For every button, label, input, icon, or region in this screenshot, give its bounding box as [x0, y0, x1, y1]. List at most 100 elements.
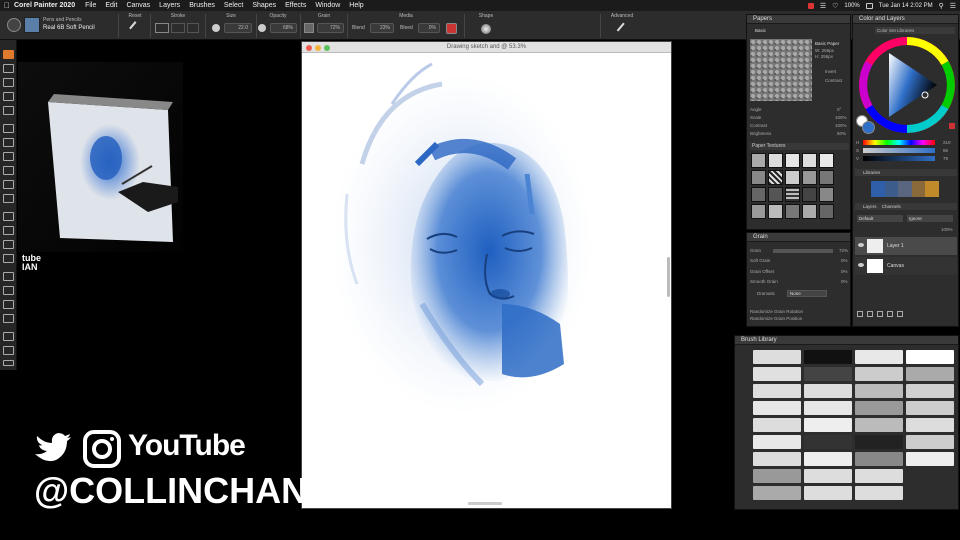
stroke-pointer-icon[interactable] [187, 23, 199, 33]
papers-tab[interactable]: Basic [755, 28, 766, 33]
soft-grain-value[interactable]: 0% [841, 258, 848, 263]
shape-dab-icon[interactable] [481, 24, 491, 34]
texture-swatch[interactable] [751, 204, 766, 219]
menu-shapes[interactable]: Shapes [252, 2, 276, 9]
pen-tool-icon[interactable] [3, 212, 14, 221]
color-swatch[interactable] [871, 181, 885, 197]
brush-variant[interactable] [804, 367, 852, 381]
menu-list-icon[interactable]: ☰ [950, 2, 956, 10]
layer-name[interactable]: Canvas [887, 263, 904, 269]
search-icon[interactable]: ⚲ [939, 2, 944, 10]
grain-swatch-icon[interactable] [304, 23, 314, 33]
eye-icon[interactable] [858, 263, 864, 267]
texture-swatch[interactable] [768, 187, 783, 202]
dropper-tool-icon[interactable] [3, 64, 14, 73]
advanced-brush-icon[interactable] [616, 22, 630, 36]
app-name-menu[interactable]: Corel Painter 2020 [14, 2, 75, 9]
texture-swatch[interactable] [785, 170, 800, 185]
opacity-field[interactable]: 68% [270, 23, 297, 33]
gradient-tool-icon[interactable] [3, 92, 14, 101]
color-panel-title[interactable]: Color and Layers [853, 15, 958, 24]
delete-layer-icon[interactable] [897, 311, 903, 317]
color-set-tab[interactable]: Color Set Libraries [875, 27, 955, 34]
screen-record-icon[interactable] [807, 2, 814, 9]
shape-select-tool-icon[interactable] [3, 254, 14, 263]
color-wheel[interactable] [859, 37, 955, 133]
brush-variant[interactable] [906, 384, 954, 398]
secondary-color-swatch[interactable] [862, 121, 875, 134]
grain-slider[interactable] [773, 249, 833, 253]
reset-brush-icon[interactable] [129, 21, 142, 34]
brush-selector-icon[interactable] [7, 18, 21, 32]
lasso-tool-icon[interactable] [3, 166, 14, 175]
minimize-window-icon[interactable] [315, 45, 321, 51]
texture-swatch[interactable] [785, 153, 800, 168]
burn-tool-icon[interactable] [3, 314, 14, 323]
brush-variant[interactable] [753, 469, 801, 483]
texture-swatch[interactable] [819, 187, 834, 202]
brush-variant[interactable] [804, 486, 852, 500]
brush-tool-icon[interactable] [3, 50, 14, 59]
texture-swatch[interactable] [819, 170, 834, 185]
grain-row-value[interactable]: 72% [839, 248, 848, 253]
brush-variant[interactable] [855, 486, 903, 500]
grabber-tool-icon[interactable] [3, 332, 14, 341]
brightness-value[interactable]: 50% [837, 131, 846, 136]
paper-preview[interactable] [750, 39, 812, 101]
selection-tool-icon[interactable] [3, 194, 14, 203]
smooth-grain-value[interactable]: 0% [841, 279, 848, 284]
contrast-value[interactable]: 100% [835, 123, 847, 128]
brush-variant[interactable] [855, 401, 903, 415]
brush-variant[interactable] [753, 435, 801, 449]
canvas-title-bar[interactable]: Drawing sketch and @ 53.3% [302, 42, 671, 53]
grain-offset-value[interactable]: 0% [841, 269, 848, 274]
grain-panel-title[interactable]: Grain [747, 233, 850, 242]
texture-swatch[interactable] [785, 187, 800, 202]
text-tool-icon[interactable] [3, 240, 14, 249]
layer-opacity-value[interactable]: 100% [941, 227, 953, 232]
brush-variant[interactable] [753, 418, 801, 432]
menu-edit[interactable]: Edit [105, 2, 117, 9]
v-slider[interactable] [863, 156, 935, 161]
brush-category-label[interactable]: Pens and Pencils [43, 17, 82, 23]
brush-variant-icon[interactable] [24, 17, 40, 33]
texture-swatch[interactable] [802, 153, 817, 168]
contrast-toggle-label[interactable]: Contrast [825, 78, 842, 83]
zoom-window-icon[interactable] [324, 45, 330, 51]
texture-swatch[interactable] [751, 153, 766, 168]
brush-variant[interactable] [855, 435, 903, 449]
color-swatch[interactable] [884, 181, 899, 197]
brush-variant[interactable] [753, 401, 801, 415]
texture-swatch[interactable] [751, 187, 766, 202]
texture-swatch[interactable] [768, 204, 783, 219]
menu-canvas[interactable]: Canvas [126, 2, 150, 9]
brush-variant[interactable] [804, 452, 852, 466]
texture-swatch[interactable] [768, 170, 783, 185]
battery-icon[interactable] [865, 2, 873, 9]
brush-variant[interactable] [906, 435, 954, 449]
brush-variant[interactable] [855, 350, 903, 364]
cloner-tool-icon[interactable] [3, 286, 14, 295]
stroke-freehand-icon[interactable] [155, 23, 169, 33]
brush-variant[interactable] [804, 469, 852, 483]
brush-variant[interactable] [753, 350, 801, 364]
drawing-canvas[interactable] [302, 54, 671, 508]
menu-file[interactable]: File [85, 2, 96, 9]
texture-swatch[interactable] [802, 170, 817, 185]
brush-variant[interactable] [906, 401, 954, 415]
texture-swatch[interactable] [819, 153, 834, 168]
brush-library-title[interactable]: Brush Library [735, 336, 958, 345]
brush-variant[interactable] [804, 435, 852, 449]
texture-swatch[interactable] [802, 187, 817, 202]
move-tool-icon[interactable] [3, 124, 14, 133]
brush-variant[interactable] [906, 452, 954, 466]
menu-brushes[interactable]: Brushes [189, 2, 215, 9]
brush-variant[interactable] [804, 418, 852, 432]
brush-variant[interactable] [804, 401, 852, 415]
texture-swatch[interactable] [751, 170, 766, 185]
papers-panel-title[interactable]: Papers [747, 15, 850, 24]
crop-tool-icon[interactable] [3, 152, 14, 161]
apple-icon[interactable]:  [0, 1, 14, 10]
close-window-icon[interactable] [306, 45, 312, 51]
brush-variant[interactable] [906, 418, 954, 432]
